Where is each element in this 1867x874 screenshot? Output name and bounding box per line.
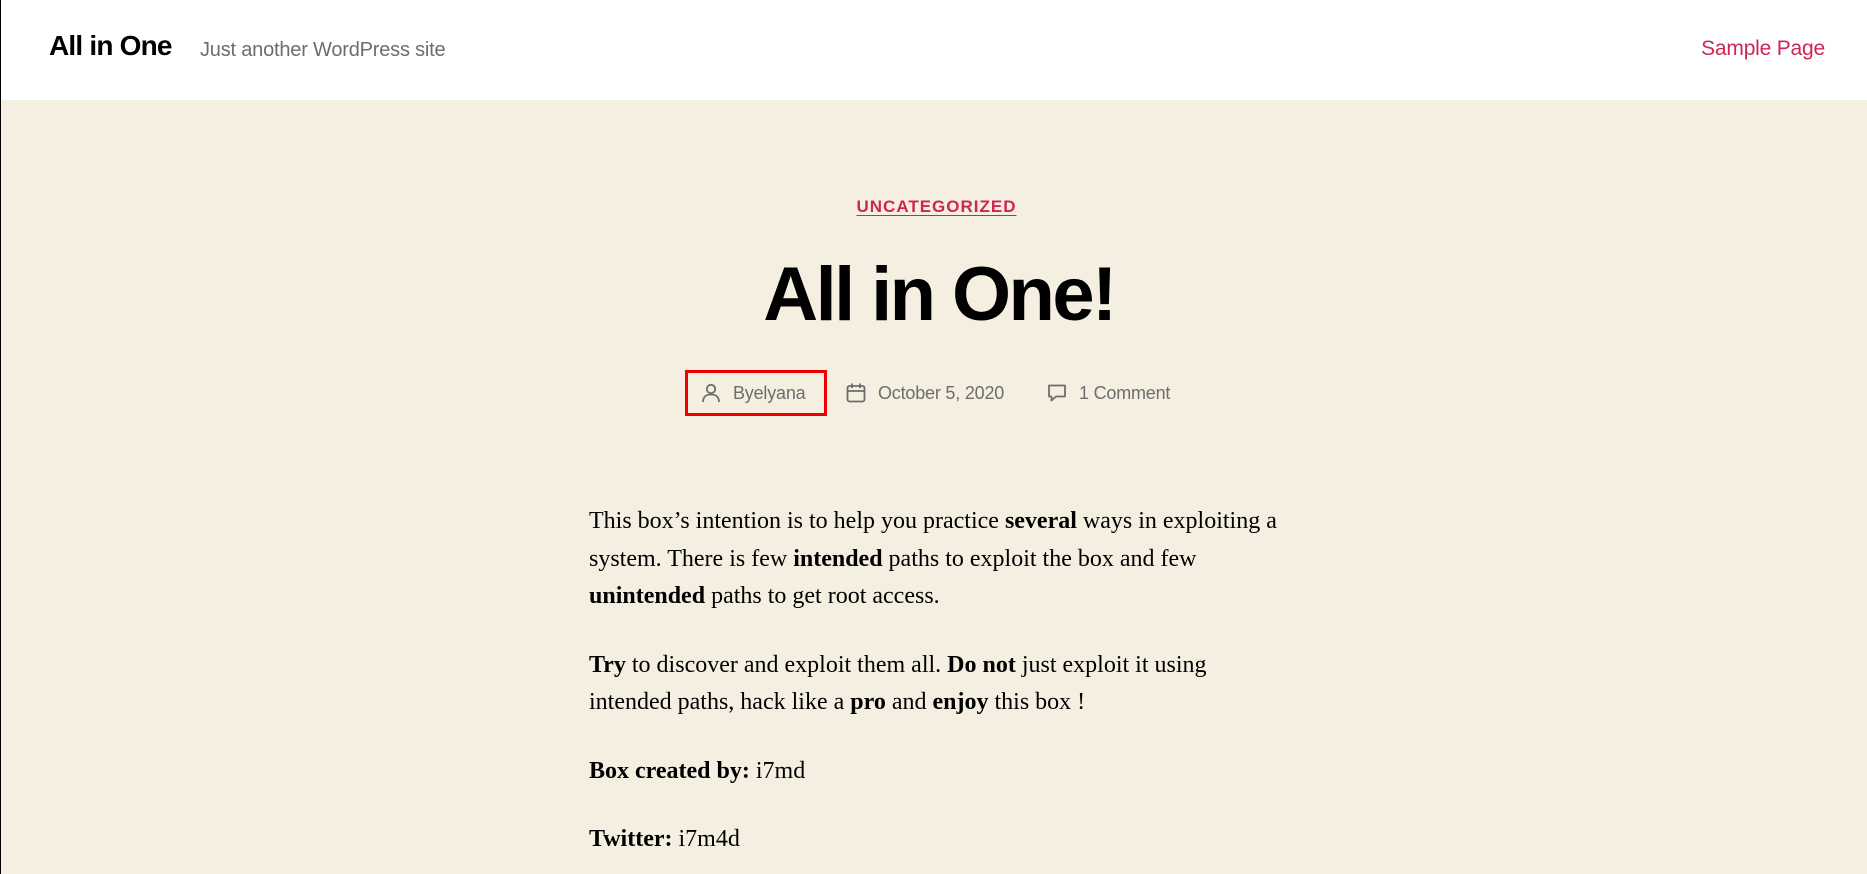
user-icon <box>699 381 723 405</box>
post-date-meta: October 5, 2020 <box>844 370 1004 416</box>
site-description: Just another WordPress site <box>200 39 446 61</box>
post-category: UNCATEGORIZED <box>0 197 1867 217</box>
bold-text: pro <box>850 689 886 715</box>
content-paragraph-1: This box’s intention is to help you prac… <box>589 503 1289 616</box>
bold-text: Try <box>589 651 626 678</box>
twitter-label: Twitter: <box>589 826 673 852</box>
calendar-icon <box>844 381 868 405</box>
bold-text: Do not <box>947 651 1016 678</box>
content-paragraph-2: Try to discover and exploit them all. Do… <box>589 647 1289 722</box>
comments-link[interactable]: 1 Comment <box>1079 383 1170 404</box>
comment-icon <box>1045 381 1069 405</box>
site-title-link[interactable]: All in One <box>49 30 172 62</box>
text-segment: and <box>885 689 933 715</box>
site-header: All in One Just another WordPress site S… <box>0 0 1867 100</box>
text-segment: paths to exploit the box and few <box>882 545 1197 572</box>
text-segment: This box’s intention is to help you prac… <box>589 508 1005 534</box>
post-author-meta: By elyana <box>685 370 827 416</box>
bold-text: several <box>1004 508 1077 534</box>
author-link[interactable]: elyana <box>754 383 806 404</box>
post-comments-meta: 1 Comment <box>1045 370 1170 416</box>
post-title: All in One! <box>763 252 1117 337</box>
post-date-link[interactable]: October 5, 2020 <box>878 383 1004 404</box>
post-content: This box’s intention is to help you prac… <box>589 503 1289 874</box>
author-prefix: By <box>733 382 754 403</box>
nav-item-sample-page[interactable]: Sample Page <box>1701 37 1825 61</box>
text-segment: to discover and exploit them all. <box>625 651 948 678</box>
creator-value: i7md <box>749 757 806 784</box>
twitter-value: i7m4d <box>672 826 740 852</box>
twitter-line: Twitter: i7m4d <box>589 821 1289 859</box>
text-segment: paths to get root access. <box>705 583 940 609</box>
box-creator-line: Box created by: i7md <box>589 753 1289 791</box>
window-left-edge <box>0 0 1 874</box>
bold-text: enjoy <box>932 689 989 715</box>
creator-label: Box created by: <box>589 757 750 784</box>
text-segment: this box ! <box>988 689 1086 715</box>
category-link[interactable]: UNCATEGORIZED <box>856 197 1016 216</box>
bold-text: intended <box>793 545 883 572</box>
bold-text: unintended <box>589 583 706 609</box>
